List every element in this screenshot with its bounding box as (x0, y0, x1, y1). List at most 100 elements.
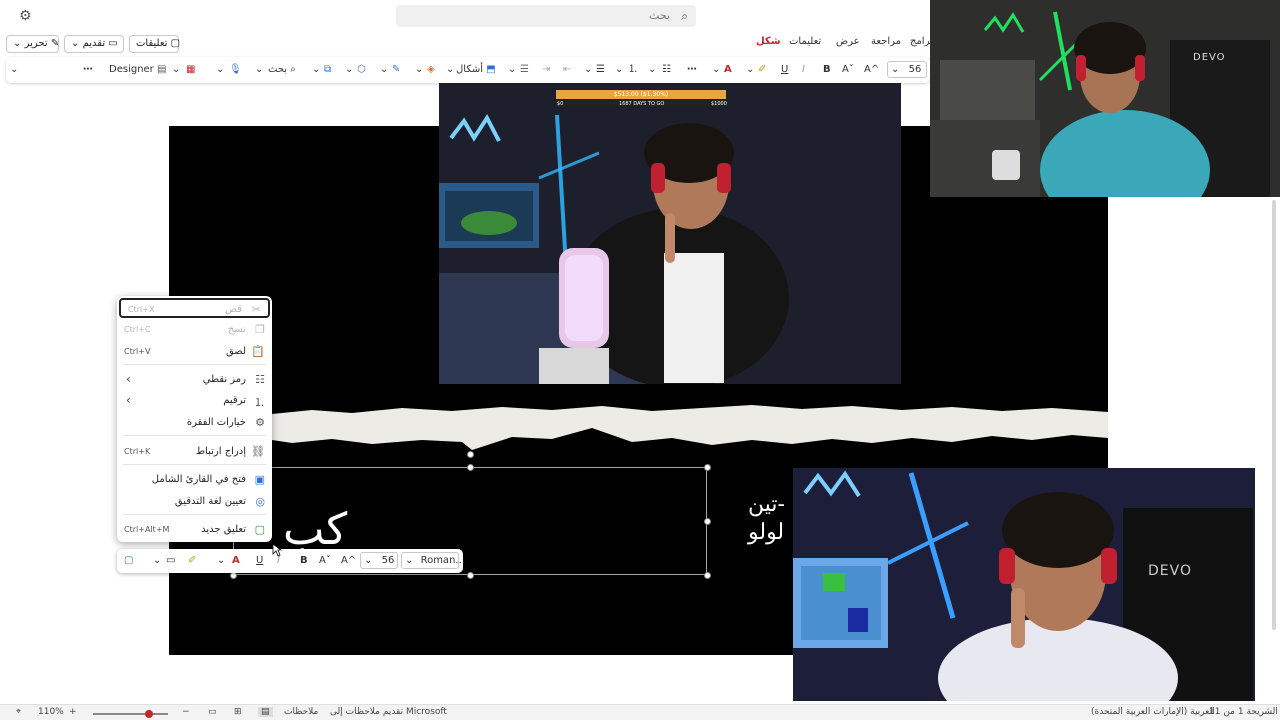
shape-outline-icon[interactable]: ✎ (392, 62, 400, 78)
menu-item-immersive-reader[interactable]: فتح في القارئ الشامل ▣ (117, 470, 272, 490)
presenter-view-icon[interactable]: ▭ (208, 707, 217, 717)
slide-sorter-icon[interactable]: ⊞ (234, 707, 242, 717)
chevron-down-icon[interactable]: ⌄ (312, 62, 320, 78)
feedback-button[interactable]: تقديم ملاحظات إلى Microsoft (330, 707, 447, 717)
menu-item-copy[interactable]: Ctrl+C نسخ ❐ (117, 320, 272, 340)
shortcut-text: Ctrl+X (128, 305, 155, 314)
resize-handle-bottom-right[interactable] (704, 572, 711, 579)
chevron-down-icon[interactable]: ⌄ (584, 62, 592, 78)
arrange-icon[interactable]: ⧉ (324, 62, 331, 78)
shapes-button[interactable]: أشكال ⬒ (456, 62, 496, 78)
underline-button[interactable]: U (256, 553, 263, 569)
resize-handle-top[interactable] (467, 464, 474, 471)
comments-button[interactable]: تعليقات ▢ (129, 35, 180, 53)
chevron-down-icon[interactable]: ⌄ (648, 62, 656, 78)
grow-font-button[interactable]: A^ (864, 62, 879, 78)
webcam-scene (930, 0, 1280, 197)
underline-button[interactable]: U (781, 62, 788, 78)
format-painter-icon[interactable]: ▭ (166, 553, 175, 569)
menu-item-cut[interactable]: Ctrl+X قص ✂ (119, 298, 270, 318)
search-box[interactable]: ⌕ بحث (396, 5, 696, 27)
chevron-down-icon[interactable]: ⌄ (712, 62, 720, 78)
shrink-font-button[interactable]: Aˇ (842, 62, 854, 78)
italic-button[interactable]: I (802, 62, 805, 78)
resize-handle-bottom-left[interactable] (230, 572, 237, 579)
chevron-down-icon[interactable]: ⌄ (615, 62, 623, 78)
highlight-icon[interactable]: ✐ (188, 553, 196, 569)
stream-screenshot-image[interactable]: $513.00 ($1.30%) $0 1687 DAYS TO GO $100… (439, 83, 901, 384)
present-button[interactable]: ⌄ تقديم ▭ (64, 35, 124, 53)
shape-fill-icon[interactable]: ◈ (427, 62, 435, 78)
zoom-level[interactable]: 110% (38, 707, 64, 717)
align-icon[interactable]: ☰ (596, 62, 605, 78)
chevron-down-icon[interactable]: ⌄ (508, 62, 516, 78)
slide-text-right-line2[interactable]: لولو (748, 520, 784, 545)
shrink-font-icon[interactable]: Aˇ (319, 553, 331, 569)
highlight-icon[interactable]: ✐ (758, 62, 766, 78)
menu-item-paragraph-options[interactable]: خيارات الفقرة ⚙ (117, 413, 272, 433)
chevron-down-icon[interactable]: ⌄ (153, 553, 161, 569)
fit-slide-icon[interactable]: ⌖ (16, 707, 21, 717)
menu-item-bullets[interactable]: ‹ رمز نقطي ☷ (117, 370, 272, 390)
tab-help[interactable]: تعليمات (789, 36, 821, 47)
more-options-icon[interactable]: ⋯ (687, 62, 697, 78)
normal-view-icon[interactable]: ▤ (258, 707, 273, 717)
more-options-icon[interactable]: ⋯ (83, 62, 93, 78)
tab-review[interactable]: مراجعة (871, 36, 901, 47)
search-icon: ⌕ (290, 64, 296, 75)
tab-view[interactable]: عرض (836, 36, 860, 47)
numbering-icon[interactable]: ⒈ (628, 62, 638, 78)
chevron-down-icon[interactable]: ⌄ (380, 62, 388, 78)
menu-item-insert-link[interactable]: Ctrl+K إدراج ارتباط ⛓ (117, 442, 272, 462)
shape-effects-icon[interactable]: ⬡ (357, 62, 366, 78)
increase-indent-icon[interactable]: ⇥ (542, 62, 550, 78)
chevron-down-icon[interactable]: ⌄ (415, 62, 423, 78)
menu-item-paste[interactable]: Ctrl+V لصق 📋 (117, 342, 272, 362)
zoom-slider-thumb[interactable] (145, 710, 154, 718)
font-color-icon[interactable]: A (724, 62, 732, 78)
vertical-scrollbar[interactable] (1272, 200, 1276, 630)
chevron-down-icon[interactable]: ⌄ (446, 62, 454, 78)
dictate-mic-icon[interactable]: 🎙 (229, 62, 242, 78)
mini-font-size-select[interactable]: ⌄ 56 (360, 552, 399, 569)
ribbon-search-button[interactable]: بحث ⌕ (268, 62, 296, 78)
slide-text-right-line1[interactable]: تين- (748, 492, 785, 517)
chevron-down-icon[interactable]: ⌄ (255, 62, 263, 78)
ribbon-collapse-icon[interactable]: ⌄ (10, 62, 18, 78)
rotate-handle[interactable] (467, 451, 474, 458)
designer-button[interactable]: Designer ▤ (109, 62, 166, 78)
chevron-down-icon[interactable]: ⌄ (746, 62, 754, 78)
menu-item-new-comment[interactable]: Ctrl+Alt+M تعليق جديد ▢ (117, 520, 272, 540)
zoom-out-icon[interactable]: − (182, 707, 190, 717)
grow-font-icon[interactable]: A^ (341, 553, 356, 569)
zoom-slider[interactable] (93, 710, 168, 718)
resize-handle-top-right[interactable] (704, 464, 711, 471)
bold-button[interactable]: B (300, 553, 308, 569)
new-comment-icon[interactable]: ▢ (124, 553, 133, 569)
chevron-down-icon[interactable]: ⌄ (217, 553, 225, 569)
font-color-icon[interactable]: A (232, 553, 240, 569)
decrease-indent-icon[interactable]: ⇤ (563, 62, 571, 78)
text-direction-icon[interactable]: ☰ (520, 62, 529, 78)
menu-item-numbering[interactable]: ‹ ترقيم ⒈ (117, 391, 272, 411)
menu-item-label: فتح في القارئ الشامل (151, 474, 246, 485)
edit-mode-button[interactable]: ⌄ تحرير ✎ (6, 35, 59, 53)
menu-item-proofing-language[interactable]: تعيين لغة التدقيق ◎ (117, 492, 272, 512)
chevron-down-icon[interactable]: ⌄ (345, 62, 353, 78)
bullets-icon[interactable]: ☷ (662, 62, 671, 78)
addins-icon[interactable]: ▦ (186, 62, 195, 78)
mini-font-name-select[interactable]: ⌄ Roman... (401, 552, 465, 569)
bold-button[interactable]: B (823, 62, 831, 78)
tab-shape[interactable]: شكل (756, 36, 781, 47)
gear-icon[interactable]: ⚙ (19, 8, 32, 24)
resize-handle-bottom[interactable] (467, 572, 474, 579)
resize-handle-right[interactable] (704, 518, 711, 525)
chevron-down-icon[interactable]: ⌄ (216, 62, 224, 78)
zoom-in-icon[interactable]: + (69, 707, 77, 717)
webcam-bottom-scene (793, 468, 1255, 701)
chevron-down-icon: ⌄ (891, 64, 900, 75)
language-indicator[interactable]: العربية (الإمارات العربية المتحدة) (1091, 707, 1215, 717)
font-size-select[interactable]: ⌄ 56 (887, 61, 927, 78)
chevron-down-icon[interactable]: ⌄ (172, 62, 180, 78)
notes-button[interactable]: ملاحظات (284, 707, 318, 717)
